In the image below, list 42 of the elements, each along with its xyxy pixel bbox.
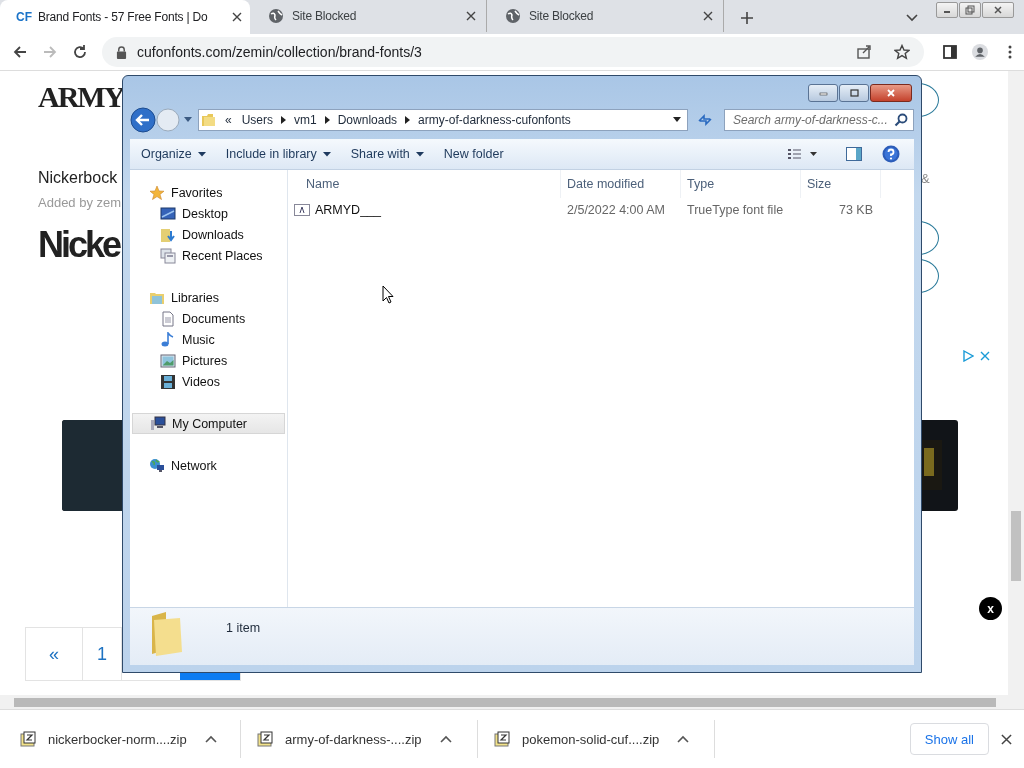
- column-header[interactable]: Type: [681, 170, 801, 198]
- table-cell-text: 73 KB: [837, 203, 874, 217]
- command-button[interactable]: Organize: [132, 147, 215, 161]
- download-item[interactable]: pokemon-solid-cuf....zip: [494, 731, 714, 747]
- nav-item[interactable]: Documents: [130, 308, 287, 329]
- close-ad-button[interactable]: x: [979, 597, 1002, 620]
- nav-item[interactable]: Pictures: [130, 350, 287, 371]
- font-sample-heading: ARMY: [38, 79, 124, 115]
- show-all-button[interactable]: Show all: [909, 723, 989, 755]
- command-button[interactable]: Include in library: [216, 147, 340, 161]
- author-line: Added by zem: [38, 195, 122, 210]
- column-header[interactable]: Size: [801, 170, 881, 198]
- nav-item[interactable]: Desktop: [130, 203, 287, 224]
- font-preview: Nicke: [38, 223, 120, 267]
- column-header[interactable]: Name: [288, 170, 561, 198]
- column-header[interactable]: Date modified: [561, 170, 681, 198]
- command-button[interactable]: New folder: [434, 147, 513, 161]
- nav-item[interactable]: My Computer: [132, 413, 285, 434]
- nav-item[interactable]: Music: [130, 329, 287, 350]
- command-button[interactable]: Share with: [341, 147, 433, 161]
- nav-item[interactable]: Libraries: [130, 287, 287, 308]
- ampersand-text: &: [921, 171, 930, 186]
- file-name[interactable]: ARMYD___: [315, 203, 381, 217]
- search-field[interactable]: Search army-of-darkness-c...: [724, 109, 914, 131]
- site-logo: CF: [16, 10, 32, 24]
- address-bar[interactable]: cufonfonts.com/zemin/collection/brand-fonts/3: [102, 37, 924, 67]
- table-cell-text: 2/5/2022 4:00 AM: [566, 203, 666, 217]
- item-count: 1 item: [226, 621, 261, 635]
- nav-item[interactable]: Network: [130, 455, 287, 476]
- page-link[interactable]: «: [26, 628, 83, 680]
- browser-tab[interactable]: CF Brand Fonts - 57 Free Fonts | Do: [0, 0, 250, 34]
- nav-item[interactable]: Favorites: [130, 182, 287, 203]
- browser-tab[interactable]: Site Blocked: [487, 0, 724, 32]
- download-item[interactable]: army-of-darkness-....zip: [257, 731, 477, 747]
- browser-tab[interactable]: Site Blocked: [250, 0, 487, 32]
- font-title[interactable]: Nickerbock: [38, 169, 118, 187]
- nav-item[interactable]: Downloads: [130, 224, 287, 245]
- download-item[interactable]: nickerbocker-norm....zip: [20, 731, 240, 747]
- table-cell-text: TrueType font file: [686, 203, 785, 217]
- address-bar[interactable]: « Users vm1 Downloads army-of-darkness-cufonfonts: [198, 109, 688, 131]
- nav-item[interactable]: Videos: [130, 371, 287, 392]
- nav-item[interactable]: Recent Places: [130, 245, 287, 266]
